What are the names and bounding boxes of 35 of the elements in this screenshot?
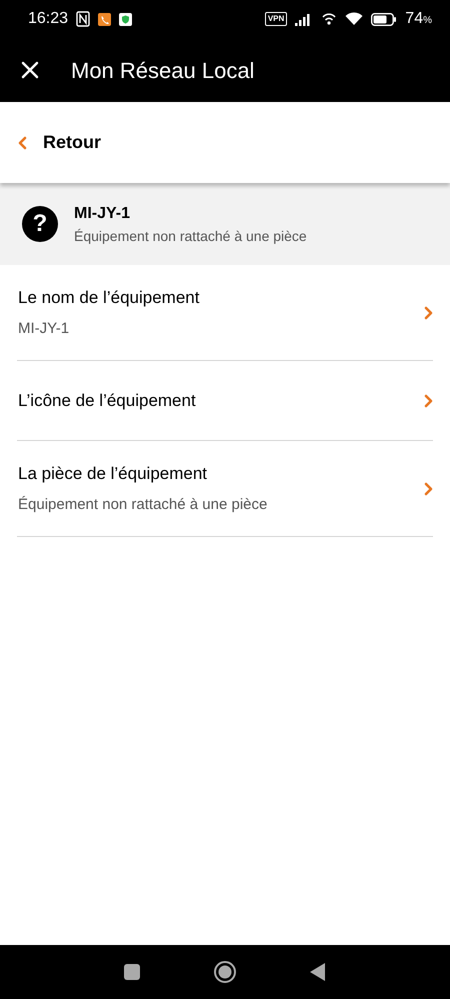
clock-text: 16:23 [28,9,68,29]
back-nav-button[interactable] [309,962,327,982]
battery-percent: 74 [405,9,424,29]
vpn-label: VPN [264,12,288,26]
home-button[interactable] [213,960,237,984]
close-button[interactable] [20,60,40,80]
device-room: Équipement non rattaché à une pièce [74,226,307,246]
setting-value: MI-JY-1 [18,319,70,339]
settings-row[interactable]: Le nom de l’équipement MI-JY-1 [17,265,433,361]
setting-label: L’icône de l’équipement [18,390,197,412]
nfc-icon [76,11,90,27]
setting-label: Le nom de l’équipement [18,286,200,308]
chevron-left-icon [18,136,27,150]
recents-button[interactable] [123,963,141,981]
settings-row[interactable]: La pièce de l’équipement Équipement non rattaché à une pièce [17,441,433,537]
hotspot-icon [321,12,338,26]
help-icon: ? [22,206,58,242]
close-icon [20,60,40,80]
settings-row[interactable]: L’icône de l’équipement [17,361,433,441]
home-icon [213,960,237,984]
phone-icon [98,12,112,26]
chevron-right-icon [424,306,433,320]
app-title: Mon Réseau Local [71,56,254,84]
back-nav-icon [309,962,327,982]
percent-sign: % [423,14,432,28]
battery-icon [371,12,398,26]
chevron-right-icon [424,394,433,408]
shield-icon [119,12,132,26]
wifi-icon [345,12,364,26]
device-name: MI-JY-1 [74,204,132,224]
setting-value: Équipement non rattaché à une pièce [18,495,268,515]
chevron-right-icon [424,482,433,496]
recents-icon [123,963,141,981]
setting-label: La pièce de l’équipement [18,462,208,484]
back-button[interactable]: Retour [18,129,101,156]
